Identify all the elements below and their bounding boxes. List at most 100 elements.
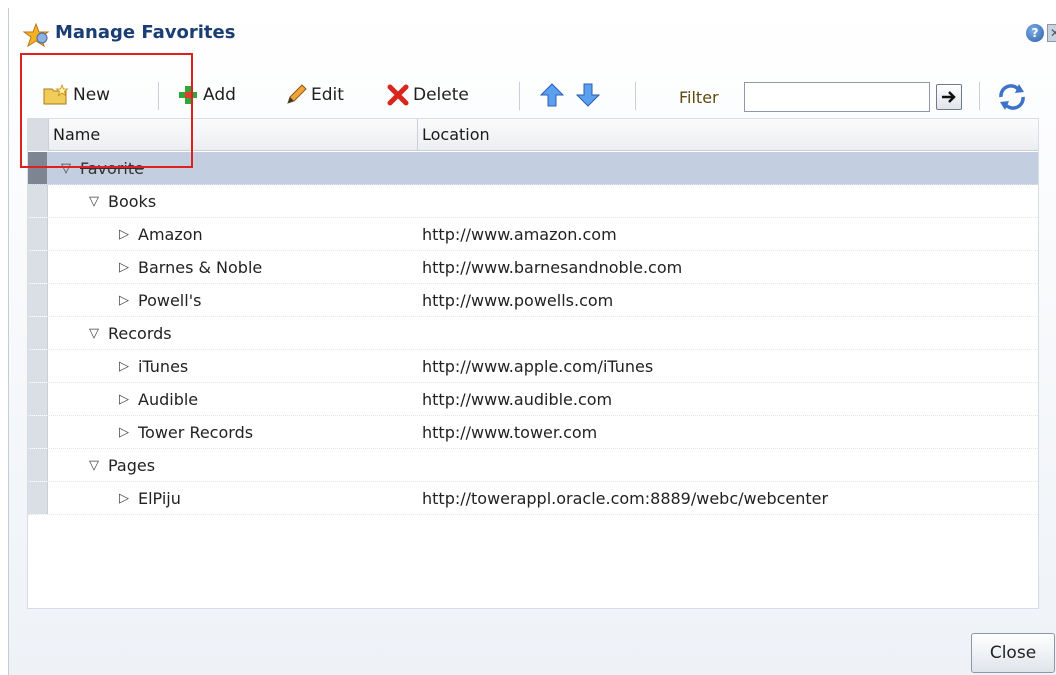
name-label: Favorite [80, 159, 144, 178]
name-label: Powell's [138, 291, 202, 310]
delete-button-label: Delete [413, 85, 469, 105]
toolbar: New Add Edit Delete Filter [27, 70, 1056, 120]
location-cell: http://www.barnesandnoble.com [422, 258, 683, 277]
name-cell[interactable]: ▽ Pages [86, 449, 155, 482]
row-header[interactable] [28, 218, 48, 250]
location-cell: http://www.tower.com [422, 423, 598, 442]
row-header[interactable] [28, 317, 48, 349]
row-header[interactable] [28, 350, 48, 382]
name-label: Pages [108, 456, 156, 475]
table-header: Name Location [28, 119, 1038, 151]
row-header[interactable] [28, 185, 48, 217]
location-cell: http://www.powells.com [422, 291, 614, 310]
name-cell[interactable]: ▽ Records [86, 317, 172, 350]
name-cell[interactable]: ▷ Amazon [116, 218, 203, 251]
row-header[interactable] [28, 482, 48, 514]
name-cell[interactable]: ▷ iTunes [116, 350, 188, 383]
edit-button-label: Edit [311, 85, 344, 105]
add-button[interactable]: Add [177, 80, 236, 110]
location-cell: http://www.amazon.com [422, 225, 617, 244]
table-row[interactable]: ▷ ElPiju http://towerappl.oracle.com:8889/… [28, 482, 1038, 515]
dialog-titlebar: Manage Favorites ? ✕ [9, 8, 1056, 60]
table-row[interactable]: ▽ Pages [28, 449, 1038, 482]
favorites-tree-table: Name Location ▽ Favorite ▽ Books ▷ Amazon http… [27, 118, 1039, 609]
toolbar-divider [158, 82, 159, 110]
row-header[interactable] [28, 284, 48, 316]
collapsed-triangle-icon[interactable]: ▷ [116, 350, 132, 383]
table-row[interactable]: ▷ Barnes & Noble http://www.barnesandnoble… [28, 251, 1038, 284]
location-cell: http://www.apple.com/iTunes [422, 357, 654, 376]
expanded-triangle-icon[interactable]: ▽ [58, 152, 74, 185]
collapsed-triangle-icon[interactable]: ▷ [116, 482, 132, 515]
delete-button[interactable]: Delete [387, 80, 469, 110]
edit-button[interactable]: Edit [285, 80, 344, 110]
plus-icon [179, 86, 197, 104]
row-header[interactable] [28, 449, 48, 481]
table-row[interactable]: ▷ iTunes http://www.apple.com/iTunes [28, 350, 1038, 383]
location-cell: http://www.audible.com [422, 390, 613, 409]
help-icon[interactable]: ? [1026, 24, 1044, 42]
name-label: Tower Records [138, 423, 254, 442]
new-button-label: New [73, 85, 111, 105]
move-down-button[interactable] [575, 80, 601, 110]
move-up-button[interactable] [539, 80, 565, 110]
table-row[interactable]: ▷ Powell's http://www.powells.com [28, 284, 1038, 317]
name-label: iTunes [138, 357, 189, 376]
name-label: Barnes & Noble [138, 258, 263, 277]
name-cell[interactable]: ▷ Audible [116, 383, 198, 416]
arrow-up-icon [539, 83, 565, 107]
column-header-location[interactable]: Location [417, 119, 1037, 151]
refresh-icon[interactable] [995, 82, 1029, 112]
delete-x-icon [387, 84, 409, 106]
row-header[interactable] [28, 383, 48, 415]
row-header[interactable] [28, 152, 48, 184]
table-body: ▽ Favorite ▽ Books ▷ Amazon http://www.amazon.… [28, 152, 1038, 515]
filter-input[interactable] [744, 82, 930, 112]
new-folder-icon [43, 84, 69, 105]
name-label: Amazon [138, 225, 203, 244]
table-row[interactable]: ▷ Tower Records http://www.tower.com [28, 416, 1038, 449]
row-header[interactable] [28, 416, 48, 448]
collapsed-triangle-icon[interactable]: ▷ [116, 284, 132, 317]
table-row[interactable]: ▷ Amazon http://www.amazon.com [28, 218, 1038, 251]
arrow-down-icon [575, 83, 601, 107]
name-cell[interactable]: ▷ Powell's [116, 284, 201, 317]
add-button-label: Add [203, 85, 236, 105]
expanded-triangle-icon[interactable]: ▽ [86, 317, 102, 350]
table-row[interactable]: ▽ Books [28, 185, 1038, 218]
column-header-name[interactable]: Name [48, 119, 416, 151]
table-row[interactable]: ▽ Records [28, 317, 1038, 350]
name-cell[interactable]: ▷ Barnes & Noble [116, 251, 262, 284]
row-header[interactable] [28, 251, 48, 283]
expanded-triangle-icon[interactable]: ▽ [86, 449, 102, 482]
filter-label: Filter [679, 88, 719, 107]
pencil-icon [287, 84, 307, 104]
collapsed-triangle-icon[interactable]: ▷ [116, 218, 132, 251]
collapsed-triangle-icon[interactable]: ▷ [116, 383, 132, 416]
toolbar-divider [519, 82, 520, 110]
new-button[interactable]: New [43, 80, 110, 110]
name-cell[interactable]: ▷ ElPiju [116, 482, 181, 515]
dialog-title: Manage Favorites [55, 22, 236, 43]
name-cell[interactable]: ▽ Favorite [58, 152, 144, 185]
favorites-star-icon [23, 23, 49, 47]
close-icon[interactable]: ✕ [1047, 24, 1056, 42]
expanded-triangle-icon[interactable]: ▽ [86, 185, 102, 218]
toolbar-divider [635, 82, 636, 110]
arrow-right-icon [942, 91, 956, 103]
location-cell: http://towerappl.oracle.com:8889/webc/we… [422, 489, 829, 508]
name-label: ElPiju [138, 489, 181, 508]
name-cell[interactable]: ▽ Books [86, 185, 156, 218]
name-label: Audible [138, 390, 199, 409]
collapsed-triangle-icon[interactable]: ▷ [116, 416, 132, 449]
manage-favorites-dialog: Manage Favorites ? ✕ New Add Edit Delete… [8, 8, 1056, 675]
collapsed-triangle-icon[interactable]: ▷ [116, 251, 132, 284]
toolbar-divider [979, 82, 980, 110]
table-row[interactable]: ▷ Audible http://www.audible.com [28, 383, 1038, 416]
close-button[interactable]: Close [971, 633, 1055, 673]
name-label: Books [108, 192, 157, 211]
table-row[interactable]: ▽ Favorite [28, 152, 1038, 185]
name-label: Records [108, 324, 172, 343]
name-cell[interactable]: ▷ Tower Records [116, 416, 253, 449]
filter-go-button[interactable] [936, 84, 962, 110]
